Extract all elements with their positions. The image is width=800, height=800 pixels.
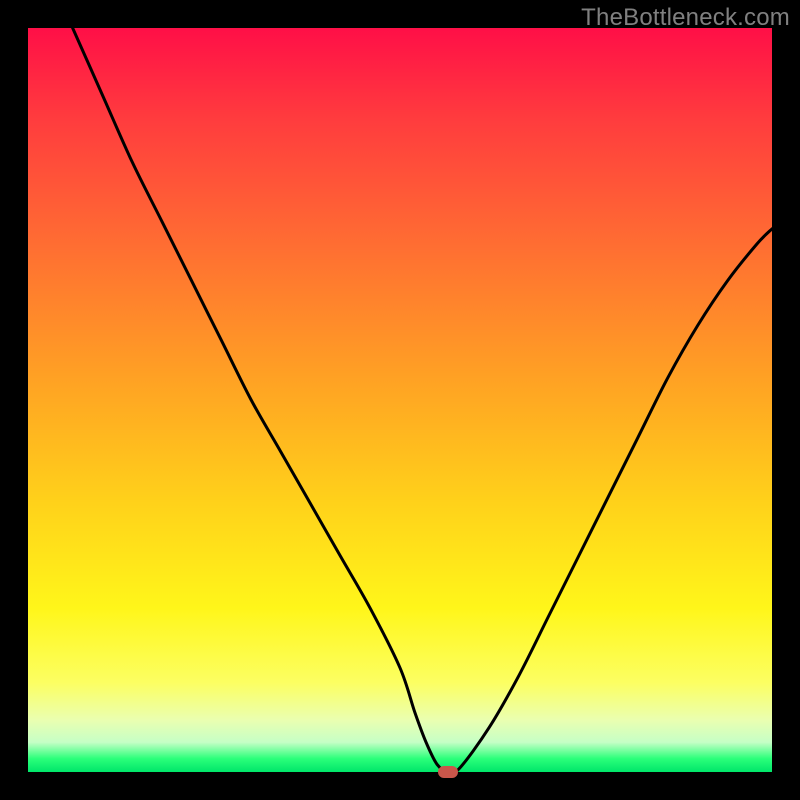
watermark-text: TheBottleneck.com [581, 4, 790, 32]
bottleneck-curve [73, 28, 772, 773]
chart-frame: TheBottleneck.com [0, 0, 800, 800]
optimum-marker [438, 766, 458, 778]
curve-svg [28, 28, 772, 772]
plot-area [28, 28, 772, 772]
